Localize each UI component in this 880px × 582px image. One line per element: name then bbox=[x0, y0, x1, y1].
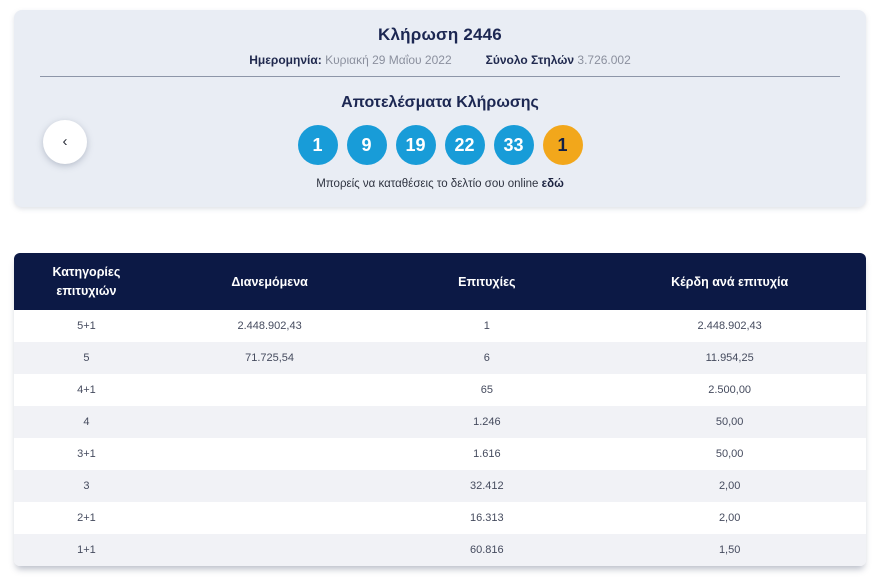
cell-winners: 1.246 bbox=[473, 416, 501, 428]
table-row: 5+1 2.448.902,43 1 2.448.902,43 bbox=[14, 310, 866, 342]
table-row: 1+1 60.816 1,50 bbox=[14, 534, 866, 566]
cell-category: 3+1 bbox=[77, 448, 96, 460]
cell-category: 3 bbox=[83, 480, 90, 492]
cell-winners: 32.412 bbox=[470, 480, 504, 492]
cell-winners: 16.313 bbox=[470, 512, 504, 524]
draw-meta: Ημερομηνία: Κυριακή 29 Μαΐου 2022 Σύνολο… bbox=[14, 53, 866, 67]
cell-category: 5+1 bbox=[77, 320, 96, 332]
previous-draw-button[interactable]: ‹ bbox=[43, 120, 87, 164]
header-winners: Επιτυχίες bbox=[458, 274, 516, 289]
table-row: 5 71.725,54 6 11.954,25 bbox=[14, 342, 866, 374]
table-row: 4 1.246 50,00 bbox=[14, 406, 866, 438]
cell-prize: 50,00 bbox=[715, 416, 744, 428]
hero-divider bbox=[40, 76, 840, 77]
header-prize-per-win: Κέρδη ανά επιτυχία bbox=[671, 274, 789, 289]
online-submit-line: Μπορείς να καταθέσεις το δελτίο σου onli… bbox=[14, 178, 866, 190]
total-columns-label: Σύνολο Στηλών bbox=[485, 53, 575, 67]
draw-date-label: Ημερομηνία: bbox=[249, 53, 322, 67]
cell-winners: 60.816 bbox=[470, 544, 504, 556]
header-categories: Κατηγορίες επιτυχιών bbox=[52, 265, 121, 298]
cell-distributed: 71.725,54 bbox=[245, 352, 295, 364]
cell-category: 2+1 bbox=[77, 512, 96, 524]
cell-prize: 11.954,25 bbox=[705, 352, 754, 364]
cell-category: 4 bbox=[83, 416, 90, 428]
table-row: 3 32.412 2,00 bbox=[14, 470, 866, 502]
chevron-left-icon: ‹ bbox=[62, 133, 68, 150]
cell-category: 5 bbox=[83, 352, 90, 364]
total-columns: Σύνολο Στηλών 3.726.002 bbox=[486, 53, 631, 67]
total-columns-value: 3.726.002 bbox=[577, 53, 631, 67]
table-row: 4+1 65 2.500,00 bbox=[14, 374, 866, 406]
cell-prize: 1,50 bbox=[718, 544, 741, 556]
online-submit-text: Μπορείς να καταθέσεις το δελτίο σου onli… bbox=[316, 178, 539, 190]
cell-winners: 1 bbox=[483, 320, 490, 332]
number-ball: 33 bbox=[493, 125, 534, 165]
table-row: 3+1 1.616 50,00 bbox=[14, 438, 866, 470]
cell-winners: 6 bbox=[483, 352, 490, 364]
number-ball: 22 bbox=[444, 125, 485, 165]
winnings-table-header: Κατηγορίες επιτυχιών Διανεμόμενα Επιτυχί… bbox=[14, 253, 866, 310]
number-ball: 9 bbox=[346, 125, 387, 165]
cell-distributed: 2.448.902,43 bbox=[237, 320, 302, 332]
number-ball: 19 bbox=[395, 125, 436, 165]
draw-date-value: Κυριακή 29 Μαΐου 2022 bbox=[325, 53, 452, 67]
results-title: Αποτελέσματα Κλήρωσης bbox=[341, 94, 539, 111]
cell-category: 1+1 bbox=[77, 544, 96, 556]
draw-hero-card: Κλήρωση 2446 Ημερομηνία: Κυριακή 29 Μαΐο… bbox=[14, 10, 866, 207]
cell-prize: 2.448.902,43 bbox=[697, 320, 762, 332]
cell-winners: 1.616 bbox=[473, 448, 501, 460]
cell-prize: 2,00 bbox=[718, 512, 741, 524]
number-ball: 1 bbox=[297, 125, 338, 165]
joker-number-ball: 1 bbox=[542, 125, 583, 165]
cell-winners: 65 bbox=[480, 384, 493, 396]
cell-category: 4+1 bbox=[77, 384, 96, 396]
online-submit-link[interactable]: εδώ bbox=[542, 178, 564, 190]
draw-date: Ημερομηνία: Κυριακή 29 Μαΐου 2022 bbox=[249, 53, 451, 67]
winnings-table: Κατηγορίες επιτυχιών Διανεμόμενα Επιτυχί… bbox=[14, 253, 866, 566]
winnings-table-body: 5+1 2.448.902,43 1 2.448.902,43 5 71.725,54 6 1… bbox=[14, 310, 866, 566]
draw-title: Κλήρωση 2446 bbox=[378, 25, 502, 44]
cell-prize: 2,00 bbox=[718, 480, 741, 492]
cell-prize: 2.500,00 bbox=[708, 384, 752, 396]
drawn-numbers: 1 9 19 22 33 1 bbox=[14, 125, 866, 165]
table-row: 2+1 16.313 2,00 bbox=[14, 502, 866, 534]
header-distributed: Διανεμόμενα bbox=[231, 274, 308, 289]
cell-prize: 50,00 bbox=[715, 448, 744, 460]
